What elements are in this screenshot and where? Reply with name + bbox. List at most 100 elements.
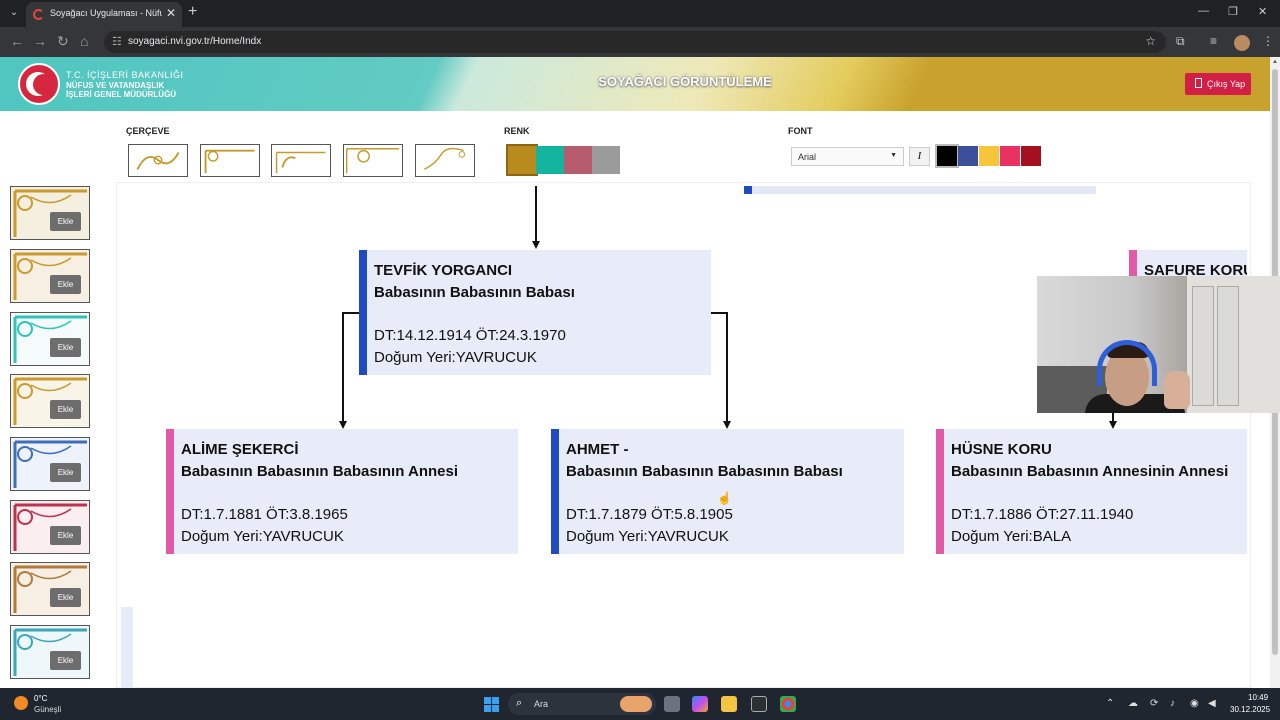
tray-sync-icon[interactable]: ⟳ bbox=[1150, 698, 1158, 709]
profile-avatar[interactable] bbox=[1234, 35, 1250, 51]
copilot-icon[interactable] bbox=[692, 696, 708, 712]
person-birthplace: Doğum Yeri:YAVRUCUK bbox=[181, 528, 344, 545]
theme-thumb-gold-ornament[interactable]: Ekle bbox=[10, 186, 90, 240]
person-card-husne[interactable]: HÜSNE KORU Babasının Babasının Annesinin… bbox=[936, 429, 1247, 554]
task-view-icon[interactable] bbox=[664, 696, 680, 712]
font-color-yellow[interactable] bbox=[979, 146, 999, 166]
theme-thumb-gold-circle[interactable]: Ekle bbox=[10, 249, 90, 303]
person-dates: DT:1.7.1886 ÖT:27.11.1940 bbox=[951, 506, 1134, 523]
person-relation: Babasının Babasının Annesinin Annesi bbox=[951, 463, 1229, 480]
new-tab-button[interactable]: + bbox=[188, 3, 197, 21]
theme-add-button[interactable]: Ekle bbox=[50, 651, 81, 670]
windows-start-icon[interactable] bbox=[484, 697, 499, 712]
person-birthplace: Doğum Yeri:YAVRUCUK bbox=[374, 349, 537, 366]
back-icon[interactable]: ← bbox=[10, 33, 24, 49]
font-color-navy[interactable] bbox=[958, 146, 978, 166]
extensions-icon[interactable]: ⧉ bbox=[1176, 34, 1185, 49]
person-dates: DT:1.7.1879 ÖT:5.8.1905 bbox=[566, 506, 733, 523]
weather-sun-icon[interactable] bbox=[14, 696, 28, 710]
font-section-label: FONT bbox=[788, 126, 813, 136]
network-icon[interactable]: ◉ bbox=[1190, 698, 1199, 709]
tree-hscroll-track[interactable] bbox=[752, 186, 1096, 194]
person-card-alime[interactable]: ALİME ŞEKERCİ Babasının Babasının Babası… bbox=[166, 429, 518, 554]
clock-date[interactable]: 30.12.2025 bbox=[1230, 705, 1270, 714]
window-close-button[interactable]: ✕ bbox=[1258, 5, 1267, 18]
font-color-black[interactable] bbox=[935, 144, 959, 168]
clock-time[interactable]: 10:49 bbox=[1248, 693, 1268, 702]
color-swatch-gray[interactable] bbox=[592, 146, 620, 174]
bookmark-star-icon[interactable]: ☆ bbox=[1145, 34, 1156, 48]
color-swatch-teal[interactable] bbox=[536, 146, 564, 174]
color-swatch-rose[interactable] bbox=[564, 146, 592, 174]
minimize-button[interactable]: — bbox=[1198, 5, 1209, 17]
theme-thumb-gold-frame[interactable]: Ekle bbox=[10, 374, 90, 428]
home-icon[interactable]: ⌂ bbox=[80, 33, 88, 49]
tab-search-icon[interactable]: ⌄ bbox=[6, 5, 22, 21]
mouse-cursor-icon: ☝ bbox=[717, 491, 732, 505]
scroll-up-icon[interactable]: ▲ bbox=[1272, 59, 1278, 65]
microphone-icon[interactable]: ♪ bbox=[1170, 698, 1175, 709]
font-color-pink[interactable] bbox=[1000, 146, 1020, 166]
tab-close-icon[interactable]: ✕ bbox=[166, 6, 176, 20]
font-select-value: Arial bbox=[798, 152, 817, 162]
site-favicon-icon bbox=[33, 9, 44, 20]
theme-add-button[interactable]: Ekle bbox=[50, 588, 81, 607]
frame-option-5[interactable] bbox=[415, 144, 475, 177]
frame-option-1[interactable] bbox=[128, 144, 188, 177]
forward-icon[interactable]: → bbox=[33, 33, 47, 49]
taskbar-search[interactable]: ⌕ Ara bbox=[508, 693, 656, 715]
theme-add-button[interactable]: Ekle bbox=[50, 463, 81, 482]
url-text[interactable]: soyagaci.nvi.gov.tr/Home/Indx bbox=[128, 36, 261, 47]
connector-line bbox=[342, 312, 344, 422]
tray-expand-icon[interactable]: ⌃ bbox=[1106, 698, 1114, 709]
theme-thumb-teal-mosaic[interactable]: Ekle bbox=[10, 625, 90, 679]
font-family-select[interactable]: Arial ▼ bbox=[791, 147, 904, 166]
theme-add-button[interactable]: Ekle bbox=[50, 400, 81, 419]
tree-hscroll-marker bbox=[744, 186, 752, 194]
browser-tabstrip: ⌄ Soyağacı Uygulaması - Nüfus ve Vatanda… bbox=[0, 0, 1280, 27]
font-color-crimson[interactable] bbox=[1021, 146, 1041, 166]
person-dates: DT:14.12.1914 ÖT:24.3.1970 bbox=[374, 327, 566, 344]
app-icon[interactable] bbox=[751, 696, 767, 712]
family-tree-canvas[interactable]: TEVFİK YORGANCI Babasının Babasının Baba… bbox=[116, 182, 1251, 688]
frame-option-2[interactable] bbox=[200, 144, 260, 177]
volume-icon[interactable]: ◀ bbox=[1208, 698, 1216, 709]
theme-thumb-teal-lattice[interactable]: Ekle bbox=[10, 312, 90, 366]
reading-list-icon[interactable]: ≡ bbox=[1210, 34, 1217, 48]
restore-button[interactable]: ❐ bbox=[1228, 5, 1238, 18]
frame-option-3[interactable] bbox=[271, 144, 331, 177]
browser-toolbar: ← → ↻ ⌂ ☷ soyagaci.nvi.gov.tr/Home/Indx … bbox=[0, 27, 1280, 57]
connector-arrow bbox=[532, 241, 540, 249]
theme-thumb-blue-swirl[interactable]: Ekle bbox=[10, 437, 90, 491]
person-relation: Babasının Babasının Babasının Annesi bbox=[181, 463, 459, 480]
browser-tab[interactable]: Soyağacı Uygulaması - Nüfus ve Vatandaşl… bbox=[26, 2, 182, 27]
nvi-logo-icon bbox=[18, 63, 60, 105]
color-swatch-gold[interactable] bbox=[506, 144, 538, 176]
person-relation: Babasının Babasının Babasının Babası bbox=[566, 463, 843, 480]
page-title: SOYAĞACI GÖRÜNTÜLEME bbox=[598, 74, 772, 89]
org-line-2: NÜFUS VE VATANDAŞLIK bbox=[66, 81, 165, 90]
theme-thumb-red-ornament[interactable]: Ekle bbox=[10, 500, 90, 554]
tray-app-icon[interactable]: ☁ bbox=[1128, 698, 1138, 709]
theme-add-button[interactable]: Ekle bbox=[50, 275, 81, 294]
file-explorer-icon[interactable] bbox=[721, 696, 737, 712]
chrome-icon[interactable] bbox=[780, 696, 796, 712]
theme-add-button[interactable]: Ekle bbox=[50, 212, 81, 231]
theme-add-button[interactable]: Ekle bbox=[50, 526, 81, 545]
theme-thumb-autumn-leaves[interactable]: Ekle bbox=[10, 562, 90, 616]
color-section-label: RENK bbox=[504, 126, 530, 136]
weather-temperature[interactable]: 0°C bbox=[34, 694, 47, 703]
address-bar[interactable]: ☷ soyagaci.nvi.gov.tr/Home/Indx ☆ bbox=[104, 31, 1166, 53]
frame-option-4[interactable] bbox=[343, 144, 403, 177]
person-name: ALİME ŞEKERCİ bbox=[181, 441, 299, 458]
reload-icon[interactable]: ↻ bbox=[57, 33, 69, 50]
search-highlight-icon bbox=[620, 696, 652, 712]
theme-add-button[interactable]: Ekle bbox=[50, 338, 81, 357]
site-info-icon[interactable]: ☷ bbox=[112, 35, 122, 48]
person-card-tevfik[interactable]: TEVFİK YORGANCI Babasının Babasının Baba… bbox=[359, 250, 711, 375]
weather-description[interactable]: Güneşli bbox=[34, 705, 61, 714]
browser-menu-icon[interactable]: ⋮ bbox=[1262, 34, 1274, 48]
logout-button[interactable]: Çıkış Yap bbox=[1185, 73, 1251, 95]
logout-icon bbox=[1195, 78, 1202, 88]
italic-button[interactable]: I bbox=[909, 147, 930, 166]
